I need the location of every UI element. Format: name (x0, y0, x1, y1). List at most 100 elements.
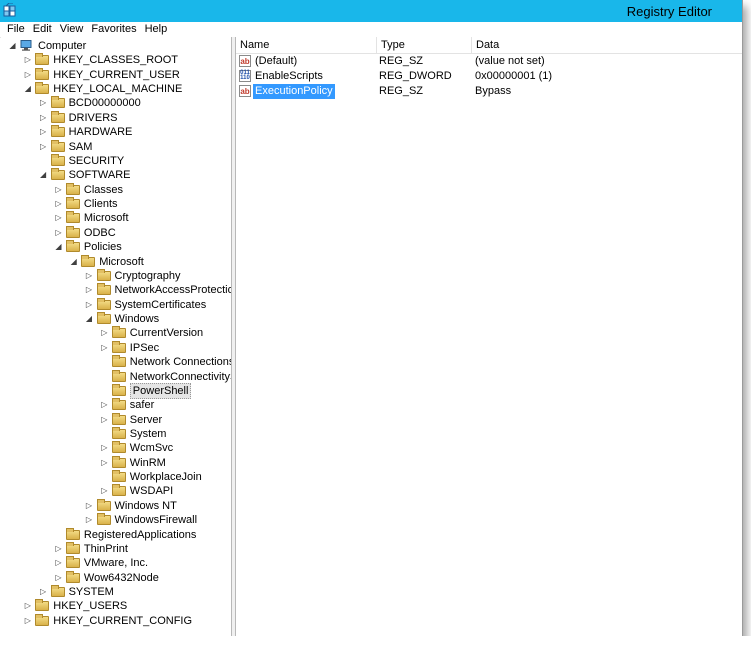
tree-node-label: Wow6432Node (83, 571, 159, 584)
tree-node[interactable]: ▷ WSDAPI (1, 484, 231, 498)
tree-node[interactable]: ▷ CurrentVersion (1, 326, 231, 340)
column-header-name[interactable]: Name (236, 37, 377, 53)
value-row[interactable]: ab ExecutionPolicy REG_SZ Bypass (236, 84, 742, 99)
expand-arrow-icon[interactable]: ▷ (85, 283, 94, 297)
expand-arrow-icon[interactable]: ▷ (54, 556, 63, 570)
collapse-arrow-icon[interactable]: ◢ (54, 240, 63, 254)
tree-node[interactable]: ▷ WindowsFirewall (1, 513, 231, 527)
tree-node[interactable]: SECURITY (1, 153, 231, 168)
expand-arrow-icon[interactable]: ▷ (100, 456, 109, 470)
tree-node[interactable]: ▷ ODBC (1, 225, 231, 240)
tree-node[interactable]: ▷ safer (1, 398, 231, 412)
tree-node[interactable]: ◢ Computer (1, 39, 231, 53)
expand-arrow-icon[interactable]: ▷ (39, 96, 48, 110)
tree-node[interactable]: ◢ SOFTWARE (1, 168, 231, 182)
tree-node-label: RegisteredApplications (83, 528, 197, 541)
expand-arrow-icon[interactable]: ▷ (23, 53, 32, 67)
expand-arrow-icon[interactable]: ▷ (54, 197, 63, 211)
title-bar[interactable]: Registry Editor (0, 0, 742, 22)
tree-node[interactable]: ▷ HKEY_CLASSES_ROOT (1, 53, 231, 67)
expand-arrow-icon[interactable]: ▷ (100, 341, 109, 355)
collapse-arrow-icon[interactable]: ◢ (39, 168, 48, 182)
menu-edit[interactable]: Edit (29, 22, 56, 36)
tree-node-label: HKEY_CURRENT_USER (53, 68, 180, 81)
tree-node[interactable]: ▷ Server (1, 412, 231, 427)
expand-arrow-icon[interactable]: ▷ (85, 298, 94, 312)
tree-node[interactable]: ◢ Microsoft (1, 254, 231, 269)
folder-icon (65, 556, 80, 569)
collapse-arrow-icon[interactable]: ◢ (8, 39, 17, 53)
tree-node[interactable]: ◢ Policies (1, 240, 231, 254)
menu-view[interactable]: View (56, 22, 88, 36)
expand-arrow-icon[interactable]: ▷ (54, 183, 63, 197)
tree-node[interactable]: ◢ HKEY_LOCAL_MACHINE (1, 82, 231, 96)
expand-arrow-icon[interactable]: ▷ (100, 326, 109, 340)
tree-node[interactable]: ▷ HKEY_CURRENT_USER (1, 67, 231, 82)
tree-node-label: Policies (83, 241, 122, 254)
value-data: (value not set) (475, 55, 545, 67)
collapse-arrow-icon[interactable]: ◢ (69, 255, 78, 269)
expand-arrow-icon[interactable]: ▷ (23, 599, 32, 613)
collapse-arrow-icon[interactable]: ◢ (23, 82, 32, 96)
tree-node-label: NetworkConnectivitySta (129, 370, 231, 383)
column-header-data[interactable]: Data (472, 37, 742, 53)
tree-node[interactable]: ▷ Classes (1, 182, 231, 197)
tree-node[interactable]: ▷ NetworkAccessProtection (1, 283, 231, 297)
expand-arrow-icon[interactable]: ▷ (39, 585, 48, 599)
tree-node[interactable]: ▷ Wow6432Node (1, 570, 231, 585)
tree-node[interactable]: ▷ VMware, Inc. (1, 556, 231, 570)
expand-arrow-icon[interactable]: ▷ (23, 614, 32, 628)
tree-node[interactable]: ▷ WcmSvc (1, 441, 231, 455)
menu-file[interactable]: File (0, 22, 29, 36)
registry-values-list[interactable]: Name Type Data ab (Default) REG_SZ (value n… (236, 37, 742, 640)
tree-node[interactable]: ▷ DRIVERS (1, 110, 231, 125)
tree-node[interactable]: RegisteredApplications (1, 527, 231, 542)
value-row[interactable]: ab (Default) REG_SZ (value not set) (236, 54, 742, 69)
tree-node[interactable]: ▷ HKEY_CURRENT_CONFIG (1, 613, 231, 628)
expand-arrow-icon[interactable]: ▷ (54, 571, 63, 585)
expand-arrow-icon[interactable]: ▷ (85, 499, 94, 513)
tree-node[interactable]: ▷ Clients (1, 197, 231, 211)
expand-arrow-icon[interactable]: ▷ (85, 269, 94, 283)
expand-arrow-icon[interactable]: ▷ (54, 542, 63, 556)
expand-arrow-icon[interactable]: ▷ (100, 441, 109, 455)
expand-arrow-icon[interactable]: ▷ (23, 68, 32, 82)
tree-node[interactable]: ▷ SAM (1, 139, 231, 154)
tree-node-label: SOFTWARE (68, 169, 131, 182)
menu-favorites[interactable]: Favorites (87, 22, 140, 36)
expand-arrow-icon[interactable]: ▷ (54, 211, 63, 225)
tree-node[interactable]: ▷ BCD00000000 (1, 96, 231, 110)
tree-node[interactable]: ▷ HKEY_USERS (1, 599, 231, 613)
expand-arrow-icon[interactable]: ▷ (39, 125, 48, 139)
tree-node[interactable]: ▷ HARDWARE (1, 125, 231, 139)
expand-arrow-icon[interactable]: ▷ (100, 413, 109, 427)
expand-arrow-icon[interactable]: ▷ (54, 226, 63, 240)
menu-help[interactable]: Help (141, 22, 172, 36)
tree-node[interactable]: ▷ WinRM (1, 455, 231, 470)
tree-node[interactable]: System (1, 426, 231, 441)
tree-node[interactable]: NetworkConnectivitySta (1, 369, 231, 384)
collapse-arrow-icon[interactable]: ◢ (85, 312, 94, 326)
tree-node[interactable]: ▷ Microsoft (1, 211, 231, 225)
tree-node[interactable]: ▷ Cryptography (1, 268, 231, 283)
column-header-type[interactable]: Type (377, 37, 472, 53)
tree-node[interactable]: ▷ SYSTEM (1, 585, 231, 599)
registry-key-tree[interactable]: ◢ Computer ▷ HKEY_CLASSES_ROOT ▷ HKEY_CURRENT… (1, 37, 232, 640)
expand-arrow-icon[interactable]: ▷ (39, 111, 48, 125)
tree-node[interactable]: PowerShell (1, 382, 231, 399)
expand-arrow-icon[interactable]: ▷ (100, 398, 109, 412)
expand-arrow-icon[interactable]: ▷ (100, 484, 109, 498)
folder-icon (111, 455, 126, 468)
tree-node[interactable]: ▷ ThinPrint (1, 541, 231, 556)
expand-arrow-icon[interactable]: ▷ (39, 140, 48, 154)
tree-node-label: ODBC (83, 226, 116, 239)
value-row[interactable]: 011 110 EnableScripts REG_DWORD 0x00000001 … (236, 69, 742, 84)
tree-node[interactable]: ▷ Windows NT (1, 498, 231, 513)
tree-node[interactable]: ▷ SystemCertificates (1, 297, 231, 312)
expand-arrow-icon[interactable]: ▷ (85, 513, 94, 527)
tree-node[interactable]: WorkplaceJoin (1, 470, 231, 484)
tree-node[interactable]: ◢ Windows (1, 312, 231, 326)
tree-node-label: SystemCertificates (114, 298, 207, 311)
tree-node[interactable]: Network Connections (1, 355, 231, 369)
tree-node[interactable]: ▷ IPSec (1, 340, 231, 355)
